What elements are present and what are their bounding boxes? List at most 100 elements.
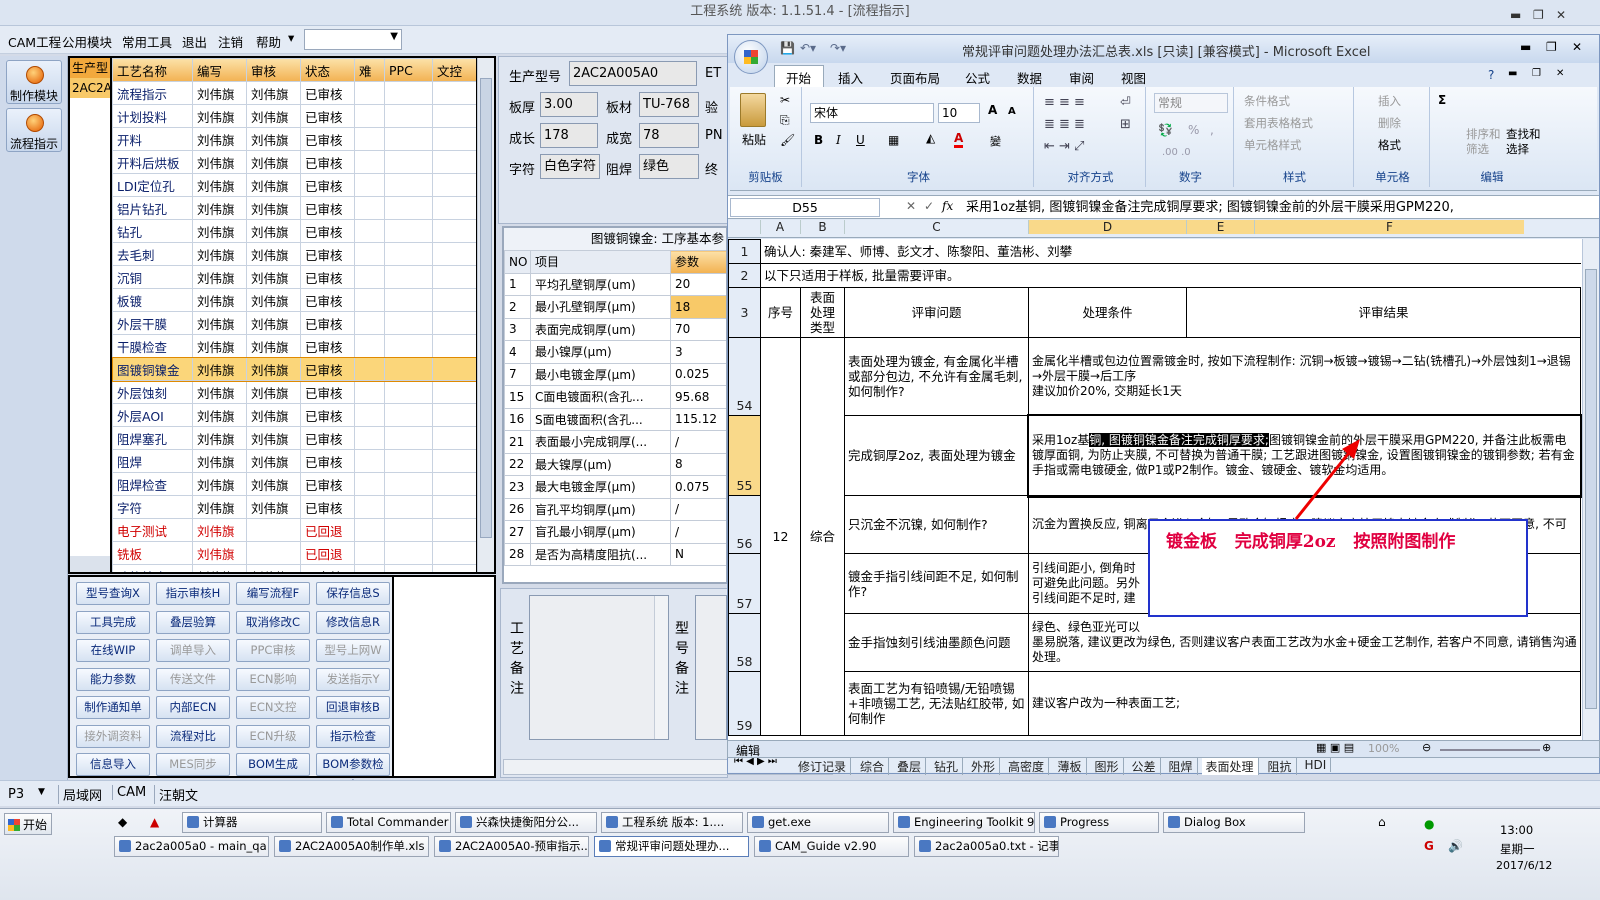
- action-button[interactable]: 指示检查: [316, 724, 390, 748]
- process-row[interactable]: 开料后烘板 刘伟旗 刘伟旗 已审核: [112, 150, 476, 174]
- qat-redo-icon[interactable]: ↷▾: [830, 41, 846, 55]
- col-doc[interactable]: 文控: [432, 58, 476, 82]
- produce-module-button[interactable]: 制作模块: [6, 60, 62, 104]
- question-cell[interactable]: 只沉金不沉镍, 如何制作?: [844, 495, 1029, 554]
- start-button[interactable]: 开始: [4, 813, 52, 835]
- params-col-value[interactable]: 参数: [670, 250, 726, 274]
- taskbar-item[interactable]: 2AC2A005A0制作单.xls ...: [274, 836, 429, 857]
- sheet-tab[interactable]: 阻抗: [1264, 758, 1297, 775]
- col-ppc[interactable]: PPC: [384, 58, 433, 82]
- process-row[interactable]: 功能检查刘伟旗刘伟旗已审核: [112, 564, 476, 572]
- font-size-combo[interactable]: 10: [938, 103, 980, 123]
- cancel-formula-icon[interactable]: ✕: [906, 199, 916, 213]
- taskbar-item[interactable]: 常规评审问题处理办...: [594, 836, 749, 857]
- params-col-item[interactable]: 项目: [530, 250, 671, 274]
- process-row[interactable]: 外层干膜 刘伟旗 刘伟旗 已审核: [112, 311, 476, 335]
- params-col-no[interactable]: NO: [504, 250, 531, 274]
- taskbar-item[interactable]: 2AC2A005A0-预审指示...: [434, 836, 589, 857]
- process-row[interactable]: 计划投料 刘伟旗 刘伟旗 已审核: [112, 104, 476, 128]
- question-cell[interactable]: 完成铜厚2oz, 表面处理为镀金: [844, 415, 1029, 496]
- action-button[interactable]: 发送指示Y: [316, 667, 390, 691]
- params-row[interactable]: 2 最小孔壁铜厚(μm) 18: [504, 295, 726, 319]
- col-name[interactable]: 工艺名称: [112, 58, 193, 82]
- menu-dropdown-icon[interactable]: ▾: [288, 30, 294, 45]
- ribbon-tab-data[interactable]: 数据: [1017, 68, 1042, 87]
- process-row[interactable]: 铣板 刘伟旗 已回退: [112, 541, 476, 565]
- font-color-icon[interactable]: A: [954, 131, 964, 148]
- action-button[interactable]: 编写流程F: [236, 582, 310, 605]
- tray-icon-2[interactable]: ●: [1424, 817, 1434, 831]
- delete-cells-button[interactable]: 删除: [1378, 115, 1401, 131]
- char-field[interactable]: 白色字符: [540, 154, 600, 179]
- taskbar-item[interactable]: 工程系统 版本: 1....: [601, 812, 743, 833]
- excel-min-icon[interactable]: ▬: [1520, 40, 1531, 54]
- result-cell[interactable]: 建议客户改为一种表面工艺;: [1027, 671, 1582, 736]
- action-button[interactable]: 取消修改C: [236, 610, 310, 634]
- col-a[interactable]: A: [760, 220, 799, 234]
- header-type[interactable]: 表面处理类型: [800, 287, 845, 338]
- taskbar-item[interactable]: Dialog Box: [1163, 812, 1305, 833]
- tray-icon-3[interactable]: G: [1424, 839, 1434, 853]
- col-d[interactable]: D: [1028, 220, 1186, 234]
- type-cell[interactable]: 综合: [800, 337, 845, 736]
- sheet-tab[interactable]: 薄板: [1054, 758, 1087, 775]
- page-dropdown-icon[interactable]: ▼: [38, 787, 45, 797]
- row-head-2[interactable]: 2: [728, 263, 761, 288]
- sheet-vscroll-thumb[interactable]: [1585, 269, 1597, 709]
- decimal-icon[interactable]: .00 .0: [1162, 147, 1191, 158]
- process-row[interactable]: 字符 刘伟旗 刘伟旗 已审核: [112, 495, 476, 519]
- params-row[interactable]: 1 平均孔壁铜厚(um) 20: [504, 272, 726, 296]
- action-button[interactable]: 型号查询X: [76, 582, 150, 605]
- office-button-icon[interactable]: [734, 40, 768, 74]
- action-button[interactable]: 内部ECN: [156, 696, 230, 719]
- question-cell[interactable]: 表面工艺为有铅喷锡/无铅喷锡+非喷锡工艺, 无法贴红胶带, 如何制作: [844, 671, 1029, 736]
- quicklaunch-icon-1[interactable]: ◆: [118, 815, 127, 829]
- process-row[interactable]: 钻孔 刘伟旗 刘伟旗 已审核: [112, 219, 476, 243]
- sheet-row[interactable]: 55 完成铜厚2oz, 表面处理为镀金 采用1oz基铜, 图镀铜镍金备注完成铜厚要求…: [728, 413, 1582, 498]
- menu-logout[interactable]: 注销: [218, 32, 243, 51]
- cut-icon[interactable]: ✂: [780, 93, 790, 107]
- mask-field[interactable]: 绿色: [639, 154, 699, 179]
- confirm-row[interactable]: 确认人: 秦建军、师博、彭文才、陈黎阳、董浩彬、刘攀: [760, 239, 1581, 264]
- ribbon-restore-icon[interactable]: ❐: [1532, 68, 1541, 79]
- indent-icon[interactable]: ⇤ ⇥ ⤢: [1044, 139, 1084, 154]
- row-head[interactable]: 59: [728, 671, 761, 736]
- action-button[interactable]: ECN文控: [236, 696, 310, 719]
- help-icon[interactable]: ?: [1488, 68, 1494, 82]
- sheet-tab[interactable]: 外形: [967, 758, 1001, 775]
- enter-formula-icon[interactable]: ✓: [924, 199, 934, 213]
- params-row[interactable]: 21 表面最小完成铜厚(... /: [504, 430, 726, 454]
- action-button[interactable]: BOM生成: [236, 753, 310, 776]
- taskbar-item[interactable]: CAM_Guide v2.90: [754, 836, 909, 857]
- action-button[interactable]: 在线WIP: [76, 639, 150, 662]
- col-c[interactable]: C: [844, 220, 1028, 234]
- sheet-vscroll[interactable]: [1582, 239, 1599, 754]
- taskbar-item[interactable]: Engineering Toolkit 9....: [893, 812, 1035, 833]
- underline-icon[interactable]: U: [856, 133, 865, 147]
- header-result[interactable]: 评审结果: [1185, 287, 1582, 338]
- process-row[interactable]: 图镀铜镍金 刘伟旗 刘伟旗 已审核: [112, 356, 476, 382]
- sort-filter-button[interactable]: 排序和筛选: [1466, 127, 1506, 157]
- seq-cell[interactable]: 12: [760, 337, 801, 736]
- material-field[interactable]: TU-768: [639, 92, 699, 117]
- action-button[interactable]: 修改信息R: [316, 610, 390, 634]
- question-cell[interactable]: 金手指蚀刻引线油墨颜色问题: [844, 613, 1029, 672]
- col-reviewer[interactable]: 审核: [246, 58, 301, 82]
- notes-scrollbar[interactable]: [654, 596, 668, 739]
- process-row[interactable]: 沉铜 刘伟旗 刘伟旗 已审核: [112, 265, 476, 289]
- row-head-1[interactable]: 1: [728, 239, 761, 264]
- zoom-out-icon[interactable]: ⊖: [1422, 741, 1431, 754]
- menu-tools[interactable]: 常用工具: [122, 32, 172, 51]
- process-vscroll[interactable]: [477, 58, 494, 572]
- process-row[interactable]: 阻焊检查 刘伟旗 刘伟旗 已审核: [112, 472, 476, 496]
- process-row[interactable]: 电子测试 刘伟旗 已回退: [112, 518, 476, 542]
- params-row[interactable]: 23 最大电镀金厚(μm) 0.075: [504, 475, 726, 499]
- sheet-tab[interactable]: 钻孔: [930, 758, 964, 775]
- ribbon-close-icon[interactable]: ✕: [1556, 68, 1564, 79]
- function-icon[interactable]: fx: [942, 199, 953, 213]
- action-button[interactable]: 工具完成: [76, 610, 150, 634]
- result-cell[interactable]: 绿色、绿色亚光可以 墨易脱落, 建议更改为绿色, 否则建议客户表面工艺改为水金+…: [1027, 613, 1582, 672]
- ribbon-tab-review[interactable]: 审阅: [1069, 68, 1094, 87]
- name-box[interactable]: D55: [730, 198, 880, 217]
- row-head[interactable]: 58: [728, 613, 761, 672]
